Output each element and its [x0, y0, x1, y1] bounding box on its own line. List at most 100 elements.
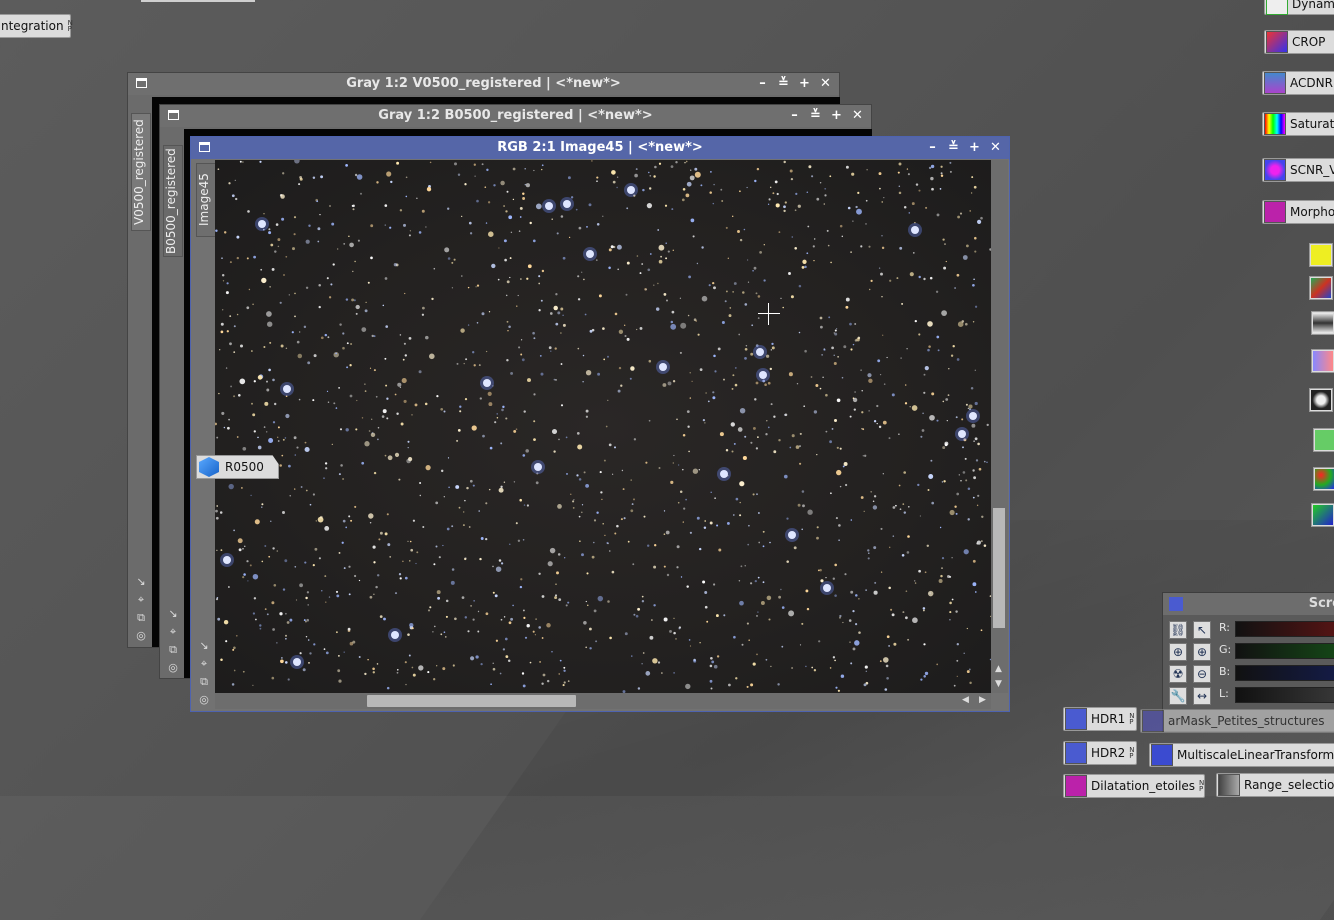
pointer-icon[interactable]: ↖: [1193, 621, 1211, 639]
rgb-icon: [1315, 469, 1334, 489]
channel-label-l: L:: [1219, 687, 1229, 700]
window-titlebar[interactable]: Gray 1:2 V0500_registered | <*new*> – ≚ …: [128, 73, 839, 95]
icon-label: ntegration: [1, 19, 64, 33]
color-icon: [1315, 430, 1334, 450]
shade-button[interactable]: ≚: [946, 137, 961, 159]
range-selection-icon: [1218, 774, 1240, 796]
auto-stretch-icon[interactable]: ☢: [1169, 665, 1187, 683]
window-menu-icon[interactable]: [168, 110, 179, 120]
close-button[interactable]: ✕: [850, 105, 865, 127]
minimize-button[interactable]: –: [925, 137, 940, 159]
shade-button[interactable]: ≚: [808, 105, 823, 127]
zoom-to-fit-icon[interactable]: ↘: [198, 639, 210, 652]
desktop-icon-scnr[interactable]: SCNR_V: [1262, 158, 1334, 182]
channel-bar-b[interactable]: [1235, 665, 1334, 681]
target-icon[interactable]: ◎: [167, 661, 179, 674]
maximize-button[interactable]: +: [797, 73, 812, 95]
desktop-icon-starmask[interactable]: arMask_Petites_structures: [1140, 709, 1334, 733]
target-icon[interactable]: ◎: [135, 629, 147, 642]
desktop-icon-dilatation[interactable]: Dilatation_etoiles NP: [1063, 774, 1205, 798]
zoom-out-icon[interactable]: ⊖: [1193, 665, 1211, 683]
acdnr-icon: [1264, 72, 1286, 94]
desktop-icon-hdr1[interactable]: HDR1 NP: [1063, 707, 1137, 731]
zoom-to-fit-icon[interactable]: ↘: [135, 575, 147, 588]
preview-icon-r0500[interactable]: R0500: [196, 455, 279, 479]
desktop-icon-channels[interactable]: [1311, 503, 1334, 527]
desktop-icon-saturation[interactable]: Saturat: [1262, 112, 1334, 136]
hdr2-icon: [1065, 742, 1087, 764]
zoom-in-icon[interactable]: ⊕: [1169, 643, 1187, 661]
desktop-icon-range[interactable]: Range_selectio: [1216, 773, 1334, 797]
window-title: RGB 2:1 Image45 | <*new*>: [497, 140, 703, 155]
clone-icon[interactable]: ⧉: [198, 675, 210, 688]
desktop-icon-dynamic[interactable]: Dynam: [1264, 0, 1334, 15]
fit-view-icon[interactable]: ⌖: [135, 593, 147, 606]
fit-view-icon[interactable]: ⌖: [167, 625, 179, 638]
zoom-to-fit-icon[interactable]: ↘: [167, 607, 179, 620]
scroll-down-arrow[interactable]: ▼: [995, 679, 1002, 689]
scnr-icon: [1264, 159, 1286, 181]
clone-icon[interactable]: ⧉: [135, 611, 147, 624]
desktop-icon-acdnr[interactable]: ACDNR: [1262, 71, 1334, 95]
icon-label: arMask_Petites_structures: [1168, 714, 1325, 728]
icon-flag: NP: [1129, 746, 1135, 760]
horizontal-scroll-thumb[interactable]: [367, 695, 576, 707]
window-menu-icon[interactable]: [136, 78, 147, 88]
desktop-icon-morphology[interactable]: Morphol: [1262, 200, 1334, 224]
starmask-icon: [1142, 710, 1164, 732]
star-field-image: [215, 160, 991, 693]
window-titlebar[interactable]: RGB 2:1 Image45 | <*new*> – ≚ + ✕: [191, 137, 1009, 159]
desktop-icon-histogram[interactable]: [1311, 311, 1334, 335]
desktop-icon-curves[interactable]: [1309, 276, 1333, 300]
stf-row-l: 🔧 ↔ L:: [1163, 687, 1334, 707]
icon-flag: NP: [1129, 712, 1135, 726]
minimize-button[interactable]: –: [787, 105, 802, 127]
desktop-icon-mask[interactable]: [1311, 349, 1334, 373]
window-menu-icon[interactable]: [199, 142, 210, 152]
link-channels-icon[interactable]: ⛓: [1169, 621, 1187, 639]
view-tab[interactable]: B0500_registered: [163, 145, 183, 257]
icon-label: HDR1: [1091, 712, 1126, 726]
maximize-button[interactable]: +: [829, 105, 844, 127]
preview-label: R0500: [225, 460, 264, 474]
icon-label: Morphol: [1290, 205, 1334, 219]
star-image-canvas[interactable]: [215, 160, 991, 693]
channel-bar-r[interactable]: [1235, 621, 1334, 637]
view-tab-label: B0500_registered: [164, 148, 178, 254]
clone-icon[interactable]: ⧉: [167, 643, 179, 656]
stf-row-r: ⛓ ↖ R:: [1163, 621, 1334, 641]
target-icon[interactable]: ◎: [198, 693, 210, 706]
stf-row-g: ⊕ ⊕ G:: [1163, 643, 1334, 663]
zoom-plus-icon[interactable]: ⊕: [1193, 643, 1211, 661]
fit-view-icon[interactable]: ⌖: [198, 657, 210, 670]
vertical-scroll-thumb[interactable]: [993, 508, 1005, 628]
desktop-icon-mlt[interactable]: MultiscaleLinearTransform_: [1149, 743, 1334, 767]
wrench-icon[interactable]: 🔧: [1169, 687, 1187, 705]
close-button[interactable]: ✕: [988, 137, 1003, 159]
horizontal-arrows-icon[interactable]: ↔: [1193, 687, 1211, 705]
desktop-icon-crop[interactable]: CROP: [1264, 30, 1334, 54]
channel-bar-l[interactable]: [1235, 687, 1334, 703]
scroll-right-arrow[interactable]: ▶: [979, 695, 986, 705]
scroll-left-arrow[interactable]: ◀: [962, 695, 969, 705]
close-button[interactable]: ✕: [818, 73, 833, 95]
minimize-button[interactable]: –: [755, 73, 770, 95]
desktop-icon-hdr2[interactable]: HDR2 NP: [1063, 741, 1137, 765]
stf-row-b: ☢ ⊖ B:: [1163, 665, 1334, 685]
stf-titlebar[interactable]: Scre: [1163, 593, 1334, 615]
shade-button[interactable]: ≚: [776, 73, 791, 95]
desktop-icon-green[interactable]: [1313, 428, 1334, 452]
desktop-icon-stars-yellow[interactable]: [1309, 243, 1333, 267]
vertical-scrollbar[interactable]: ▲ ▼: [991, 160, 1008, 693]
window-titlebar[interactable]: Gray 1:2 B0500_registered | <*new*> – ≚ …: [160, 105, 871, 127]
scroll-up-arrow[interactable]: ▲: [995, 664, 1002, 674]
view-tab[interactable]: V0500_registered: [131, 113, 151, 231]
view-tab[interactable]: Image45: [196, 163, 217, 237]
maximize-button[interactable]: +: [967, 137, 982, 159]
channel-bar-g[interactable]: [1235, 643, 1334, 659]
desktop-icon-invert[interactable]: [1309, 388, 1333, 412]
desktop-icon-integration[interactable]: ntegration NP: [0, 14, 73, 38]
horizontal-scrollbar[interactable]: ◀ ▶: [215, 693, 991, 709]
morphology-icon: [1264, 201, 1286, 223]
desktop-icon-rgb[interactable]: [1313, 467, 1334, 491]
